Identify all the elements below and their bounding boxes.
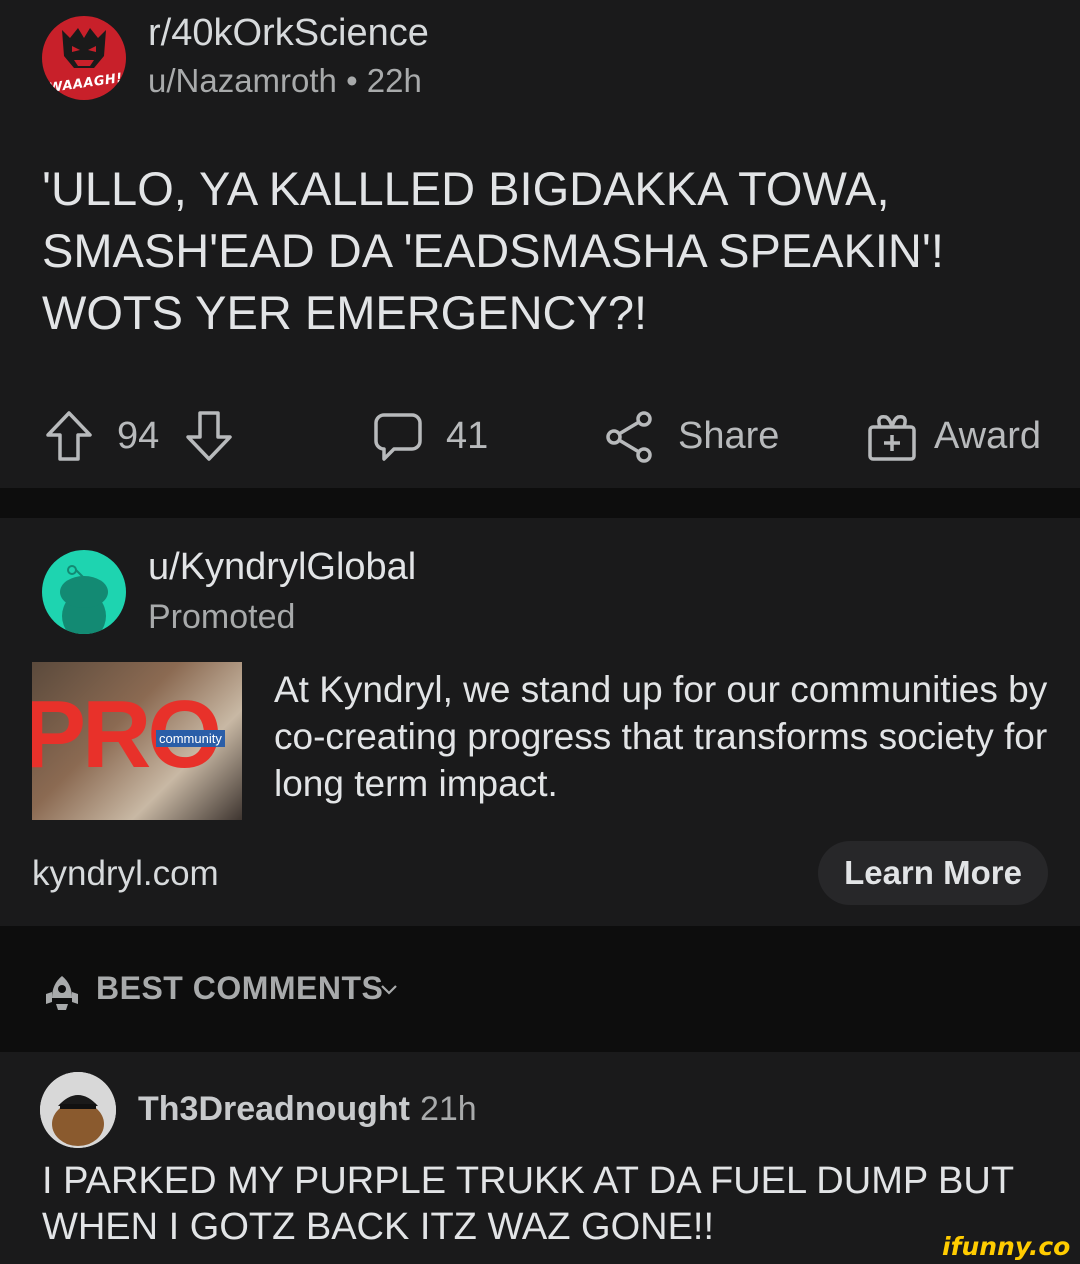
comment-time: 21h <box>419 1090 477 1128</box>
chevron-down-icon <box>381 985 397 995</box>
post-actions-bar: 94 41 Share Award <box>0 404 1080 468</box>
comment-author[interactable]: Th3Dreadnought 21h <box>138 1090 477 1129</box>
sort-label: BEST COMMENTS <box>96 970 384 1006</box>
section-divider <box>0 488 1080 518</box>
award-button[interactable]: Award <box>866 404 1041 468</box>
comment-sort-bar[interactable]: BEST COMMENTS <box>0 926 1080 1052</box>
share-label: Share <box>678 414 780 457</box>
comment-count: 41 <box>446 414 489 457</box>
promo-body[interactable]: At Kyndryl, we stand up for our communit… <box>274 666 1054 807</box>
comment-bubble-icon <box>374 413 422 461</box>
avatar-image <box>40 1072 116 1148</box>
promo-thumbnail-small-text: community <box>156 730 225 747</box>
share-icon <box>606 411 652 463</box>
snoo-icon <box>60 565 108 634</box>
post-author-time[interactable]: u/Nazamroth • 22h <box>148 62 422 100</box>
downvote-button[interactable] <box>184 404 234 468</box>
comment-body[interactable]: I PARKED MY PURPLE TRUKK AT DA FUEL DUMP… <box>42 1158 1052 1250</box>
post-card: WAAAGH! r/40kOrkScience u/Nazamroth • 22… <box>0 0 1080 488</box>
ifunny-watermark: ifunny.co <box>942 1232 1071 1261</box>
post-title[interactable]: 'ULLO, YA KALLLED BIGDAKKA TOWA, SMASH'E… <box>42 158 1042 344</box>
share-button[interactable]: Share <box>604 404 779 468</box>
promoted-post: u/KyndrylGlobal Promoted PRO community A… <box>0 518 1080 926</box>
upvote-button[interactable] <box>44 404 94 468</box>
promo-username[interactable]: u/KyndrylGlobal <box>148 546 416 589</box>
subreddit-name[interactable]: r/40kOrkScience <box>148 12 429 55</box>
commenter-avatar[interactable] <box>40 1072 116 1148</box>
gift-award-icon <box>868 414 916 461</box>
learn-more-button[interactable]: Learn More <box>818 841 1048 905</box>
upvote-arrow-icon <box>46 411 92 461</box>
rocket-icon <box>46 976 78 1010</box>
comments-button[interactable]: 41 <box>372 404 488 468</box>
promoted-tag: Promoted <box>148 598 296 636</box>
award-label: Award <box>934 414 1042 457</box>
vote-count: 94 <box>117 414 160 457</box>
downvote-arrow-icon <box>186 411 232 461</box>
subreddit-avatar[interactable]: WAAAGH! <box>42 16 126 100</box>
promo-avatar[interactable] <box>42 550 126 634</box>
promo-domain[interactable]: kyndryl.com <box>32 854 219 894</box>
promo-thumbnail[interactable]: PRO community <box>32 662 242 820</box>
comment-username[interactable]: Th3Dreadnought <box>138 1090 410 1128</box>
comment: Th3Dreadnought 21h I PARKED MY PURPLE TRU… <box>0 1052 1080 1264</box>
